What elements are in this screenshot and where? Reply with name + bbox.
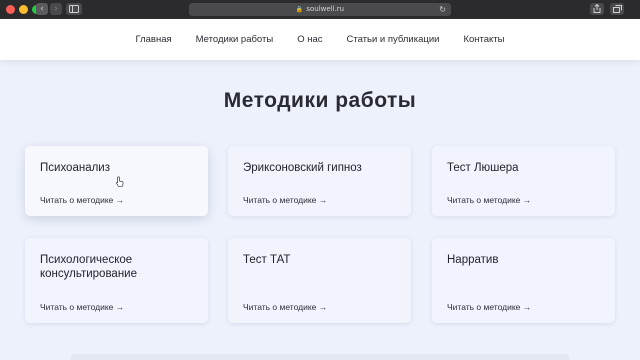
main-navigation: Главная Методики работы О нас Статьи и п…: [0, 19, 640, 60]
card-title: Тест Люшера: [447, 162, 519, 174]
tab-overview-button[interactable]: [610, 3, 624, 15]
nav-item-about[interactable]: О нас: [297, 34, 322, 45]
nav-item-methods[interactable]: Методики работы: [196, 34, 274, 45]
read-more-link[interactable]: Читать о методике →: [447, 195, 531, 205]
read-more-link[interactable]: Читать о методике →: [40, 195, 124, 205]
forward-button[interactable]: ›: [50, 3, 62, 15]
method-card-psychological-counseling[interactable]: Психологическое консультирование Читать …: [25, 238, 208, 323]
card-title: Нарратив: [447, 254, 499, 266]
sidebar-toggle-button[interactable]: [66, 3, 82, 15]
read-more-link[interactable]: Читать о методике →: [40, 302, 124, 312]
lock-icon: 🔒: [295, 6, 304, 13]
address-url: soulwell.ru: [306, 5, 345, 13]
chevron-right-icon: ›: [54, 4, 58, 14]
method-card-tat-test[interactable]: Тест ТАТ Читать о методике →: [228, 238, 411, 323]
card-title: Тест ТАТ: [243, 254, 291, 266]
method-card-ericksonian-hypnosis[interactable]: Эриксоновский гипноз Читать о методике →: [228, 146, 411, 216]
back-button[interactable]: ‹: [36, 3, 48, 15]
sidebar-icon: [69, 5, 79, 13]
section-title: Методики работы: [223, 89, 417, 112]
card-title: Эриксоновский гипноз: [243, 162, 362, 174]
card-title: Психологическое консультирование: [40, 254, 137, 280]
share-button[interactable]: [590, 3, 604, 15]
next-section-edge: [70, 354, 570, 360]
site-header: Главная Методики работы О нас Статьи и п…: [0, 19, 640, 60]
address-bar[interactable]: 🔒 soulwell.ru ↻: [189, 3, 451, 16]
close-window-button[interactable]: [6, 5, 15, 14]
share-icon: [593, 3, 601, 13]
read-more-link[interactable]: Читать о методике →: [447, 302, 531, 312]
nav-item-contacts[interactable]: Контакты: [463, 34, 504, 45]
hand-cursor-icon: [116, 176, 124, 187]
browser-toolbar: ‹ › 🔒 soulwell.ru ↻: [0, 0, 640, 19]
tabs-icon: [612, 5, 622, 13]
read-more-link[interactable]: Читать о методике →: [243, 302, 327, 312]
chevron-left-icon: ‹: [40, 4, 44, 14]
read-more-link[interactable]: Читать о методике →: [243, 195, 327, 205]
nav-item-articles[interactable]: Статьи и публикации: [347, 34, 440, 45]
method-card-luscher-test[interactable]: Тест Люшера Читать о методике →: [432, 146, 615, 216]
card-title: Психоанализ: [40, 162, 111, 174]
method-card-narrative[interactable]: Нарратив Читать о методике →: [432, 238, 615, 323]
nav-item-home[interactable]: Главная: [135, 34, 171, 45]
reload-icon[interactable]: ↻: [439, 3, 446, 16]
minimize-window-button[interactable]: [19, 5, 28, 14]
